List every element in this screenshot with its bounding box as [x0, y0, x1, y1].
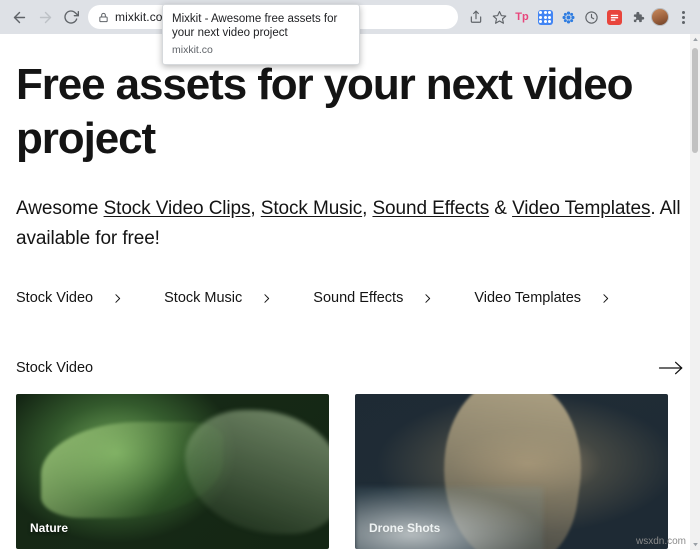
watermark: wsxdn.com [635, 536, 686, 547]
link-stock-music[interactable]: Stock Music [261, 198, 362, 219]
extensions-puzzle-icon[interactable] [626, 4, 648, 30]
extension-apps-icon[interactable] [534, 4, 556, 30]
link-tooltip: Mixkit - Awesome free assets for your ne… [162, 4, 360, 65]
link-video-templates[interactable]: Video Templates [512, 198, 650, 219]
extension-clock-icon[interactable] [580, 4, 602, 30]
extension-red-icon[interactable] [603, 4, 625, 30]
subtitle-lead: Awesome [16, 198, 104, 219]
nav-item-stock-video[interactable]: Stock Video [16, 290, 124, 306]
avatar-image [651, 8, 669, 26]
card-label: Nature [30, 521, 69, 535]
scrollbar-thumb[interactable] [692, 48, 698, 153]
chevron-right-icon [599, 292, 612, 305]
chevron-right-icon [260, 292, 273, 305]
lock-icon [98, 12, 109, 23]
reload-button[interactable] [58, 4, 84, 30]
page-subtitle: Awesome Stock Video Clips, Stock Music, … [16, 194, 684, 254]
tooltip-url: mixkit.co [172, 44, 213, 56]
card-drone-shots[interactable]: Drone Shots [355, 394, 668, 549]
forward-button[interactable] [32, 4, 58, 30]
chevron-right-icon [111, 292, 124, 305]
extension-tp-label: Tp [515, 10, 529, 23]
bookmark-star-icon[interactable] [488, 4, 510, 30]
nav-label: Stock Video [16, 290, 94, 306]
toolbar-icon-group: Tp [464, 4, 694, 30]
scroll-down-icon[interactable] [690, 539, 700, 550]
tooltip-title: Mixkit - Awesome free assets for your ne… [172, 13, 338, 39]
extension-flower-icon[interactable] [557, 4, 579, 30]
address-bar-url: mixkit.co [115, 10, 163, 24]
nav-label: Stock Music [164, 290, 243, 306]
nav-item-video-templates[interactable]: Video Templates [474, 290, 612, 306]
link-sound-effects[interactable]: Sound Effects [372, 198, 489, 219]
card-label: Drone Shots [369, 521, 441, 535]
share-icon[interactable] [465, 4, 487, 30]
nav-item-sound-effects[interactable]: Sound Effects [313, 290, 434, 306]
arrow-right-icon[interactable] [658, 358, 684, 378]
scroll-up-icon[interactable] [690, 34, 700, 45]
chrome-menu-icon[interactable] [672, 4, 694, 30]
subtitle-sep-3: & [489, 198, 513, 219]
section-title: Stock Video [16, 360, 94, 376]
nav-label: Video Templates [474, 290, 582, 306]
apps-grid-icon [537, 9, 553, 25]
page-viewport: Free assets for your next video project … [0, 34, 700, 550]
browser-window: mixkit.co Tp Mixkit - Awesome free asset… [0, 0, 700, 550]
extension-tp-icon[interactable]: Tp [511, 4, 533, 30]
red-badge-icon [606, 9, 622, 25]
subtitle-sep-2: , [362, 198, 373, 219]
subtitle-sep-1: , [250, 198, 261, 219]
kebab-dots [681, 9, 685, 25]
page-scrollbar[interactable] [690, 34, 700, 550]
category-nav: Stock Video Stock Music Sound Effects Vi… [16, 290, 684, 306]
nav-label: Sound Effects [313, 290, 404, 306]
back-button[interactable] [6, 4, 32, 30]
card-nature[interactable]: Nature [16, 394, 329, 549]
nav-item-stock-music[interactable]: Stock Music [164, 290, 273, 306]
page-title: Free assets for your next video project [16, 60, 633, 163]
profile-avatar[interactable] [649, 4, 671, 30]
page-content: Free assets for your next video project … [0, 58, 700, 549]
section-header-stock-video: Stock Video [16, 358, 684, 378]
chevron-right-icon [421, 292, 434, 305]
card-grid: Nature Drone Shots [16, 394, 684, 549]
link-stock-video-clips[interactable]: Stock Video Clips [104, 198, 251, 219]
